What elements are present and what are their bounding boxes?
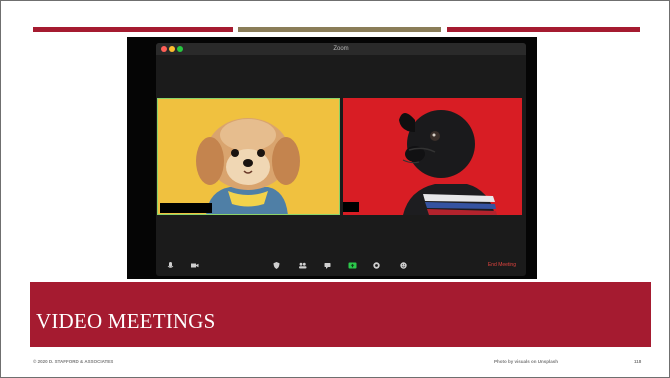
title-bar: Zoom — [156, 43, 526, 55]
end-meeting-button[interactable]: End Meeting — [488, 261, 516, 270]
record-icon[interactable] — [372, 261, 381, 270]
photo-credit: Photo by visuals on Unsplash — [494, 359, 559, 364]
window-title: Zoom — [333, 46, 349, 52]
page-number: 118 — [634, 359, 642, 364]
top-rule-left — [33, 27, 233, 32]
participant-tile-1[interactable] — [157, 98, 340, 215]
video-camera-icon[interactable] — [190, 261, 199, 270]
slide: Zoom End Meeting VIDEO MEETINGS © 2020 D… — [0, 0, 670, 378]
microphone-icon[interactable] — [166, 261, 175, 270]
meeting-toolbar: End Meeting — [156, 256, 526, 276]
participant-name-label — [343, 202, 359, 212]
title-band: VIDEO MEETINGS — [30, 282, 651, 347]
chat-icon[interactable] — [323, 261, 332, 270]
top-rule-right — [447, 27, 640, 32]
zoom-window: Zoom End Meeting — [156, 43, 526, 276]
share-screen-icon[interactable] — [348, 261, 357, 270]
security-icon[interactable] — [272, 261, 281, 270]
participants-icon[interactable] — [298, 261, 307, 270]
shih-tzu-photo — [158, 99, 339, 214]
top-rule-center — [238, 27, 441, 32]
copyright-text: © 2020 D. STAFFORD & ASSOCIATES — [33, 359, 114, 364]
reactions-icon[interactable] — [399, 261, 408, 270]
pug-photo — [343, 98, 522, 215]
participant-name-label — [160, 203, 212, 213]
slide-title: VIDEO MEETINGS — [36, 309, 216, 333]
participant-tile-2[interactable] — [343, 98, 522, 215]
